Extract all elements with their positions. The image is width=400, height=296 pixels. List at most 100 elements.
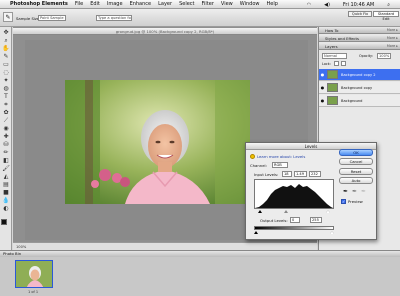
layer-visibility-eye-icon[interactable]: ● [320,85,325,90]
input-gamma-slider-handle[interactable] [284,210,288,213]
styles-more-button[interactable]: More ▸ [387,35,398,42]
menu-window[interactable]: Window [240,1,260,7]
pencil-tool-icon[interactable]: ✏ [2,149,10,156]
menu-file[interactable]: File [75,1,83,7]
channel-select[interactable]: RGB [272,162,288,168]
selection-brush-icon[interactable]: ◍ [2,85,10,92]
photo-bin-header[interactable]: Photo Bin [0,251,400,257]
how-to-label: How To [325,28,339,33]
preview-label: Preview [348,199,363,204]
input-white-slider-handle[interactable] [326,210,330,213]
layer-name: Background copy [341,85,373,90]
standard-edit-button[interactable]: Standard Edit [373,11,399,21]
lasso-tool-icon[interactable]: ◌ [2,69,10,76]
layers-palette-header[interactable]: Layers More ▸ [319,43,400,50]
output-gradient-bar [254,226,334,230]
reset-button[interactable]: Reset [339,168,373,175]
output-black-field[interactable]: 0 [290,217,300,223]
straighten-tool-icon[interactable]: ⟋ [2,117,10,124]
output-white-slider-handle[interactable] [330,231,334,234]
sample-size-select[interactable]: Point Sample [38,15,66,21]
sponge-tool-icon[interactable]: ◐ [2,205,10,212]
menu-select[interactable]: Select [179,1,194,7]
layer-thumbnail [327,96,338,105]
menu-enhance[interactable]: Enhance [130,1,152,7]
menu-clock[interactable]: Fri 10:46 AM [343,2,374,8]
help-search-input[interactable]: Type a question for help [96,15,132,21]
opacity-label: Opacity: [359,54,373,58]
layers-more-button[interactable]: More ▸ [387,43,398,50]
eyedropper-tool-icon[interactable]: ✎ [3,12,13,22]
zoom-tool-icon[interactable]: ⌕ [2,37,10,44]
zoom-level: 100% [16,245,27,249]
layer-visibility-eye-icon[interactable]: ● [320,72,325,77]
output-levels-label: Output Levels: [260,218,288,223]
spotlight-icon[interactable]: ⌕ [387,2,390,8]
volume-icon[interactable]: ◀) [324,2,330,8]
how-to-palette-header[interactable]: How To More ▸ [319,27,400,34]
white-eyedropper-icon[interactable]: ✒ [361,188,366,195]
output-white-field[interactable]: 255 [310,217,322,223]
menu-view[interactable]: View [221,1,233,7]
layer-visibility-eye-icon[interactable]: ● [320,98,325,103]
auto-button[interactable]: Auto [339,177,373,184]
input-black-slider-handle[interactable] [258,210,262,213]
hand-tool-icon[interactable]: ✋ [2,45,10,52]
crop-tool-icon[interactable]: ⌗ [2,101,10,108]
shape-tool-icon[interactable]: ■ [2,189,10,196]
foreground-color-swatch[interactable] [1,219,7,225]
learn-more-link[interactable]: Learn more about: Levels [257,154,305,159]
photo-bin-thumbnail[interactable] [15,260,53,288]
ok-button[interactable]: OK [339,149,373,156]
output-slider-track[interactable] [254,231,334,235]
lock-label: Lock: [322,62,331,66]
blur-tool-icon[interactable]: 💧 [2,197,10,204]
eraser-tool-icon[interactable]: ◧ [2,157,10,164]
red-eye-tool-icon[interactable]: ◉ [2,125,10,132]
how-to-more-button[interactable]: More ▸ [387,27,398,34]
input-black-field[interactable]: 18 [282,171,292,177]
input-gamma-field[interactable]: 1.49 [294,171,307,177]
magic-wand-icon[interactable]: ✦ [2,77,10,84]
layer-row-background[interactable]: ● Background [319,95,400,107]
wifi-icon[interactable]: ◠ [307,2,311,8]
layer-row-background-copy[interactable]: ● Background copy [319,82,400,94]
menu-image[interactable]: Image [107,1,123,7]
menu-help[interactable]: Help [267,1,278,7]
menu-bar: Photoshop Elements File Edit Image Enhan… [0,0,400,9]
blend-mode-select[interactable]: Normal [322,53,347,59]
type-tool-icon[interactable]: T [2,93,10,100]
styles-palette-header[interactable]: Styles and Effects More ▸ [319,35,400,42]
gradient-tool-icon[interactable]: ▤ [2,181,10,188]
paint-bucket-icon[interactable]: ◭ [2,173,10,180]
layers-label: Layers [325,44,338,49]
cookie-cutter-icon[interactable]: ✿ [2,109,10,116]
opacity-input[interactable]: 100% [377,53,391,59]
document-photo[interactable] [65,80,250,204]
menu-layer[interactable]: Layer [158,1,172,7]
marquee-tool-icon[interactable]: ▭ [2,61,10,68]
input-slider-track[interactable] [254,210,334,214]
gray-eyedropper-icon[interactable]: ✒ [352,188,357,195]
brush-tool-icon[interactable]: 🖌 [2,165,10,172]
quick-fix-button[interactable]: Quick Fix [348,11,372,17]
black-eyedropper-icon[interactable]: ✒ [343,188,348,195]
eyedropper-icon[interactable]: ✎ [2,53,10,60]
layer-name: Background copy 2 [341,72,376,77]
menu-edit[interactable]: Edit [90,1,100,7]
clone-stamp-icon[interactable]: ⛁ [2,141,10,148]
menu-filter[interactable]: Filter [202,1,214,7]
output-black-slider-handle[interactable] [254,231,258,234]
menu-app-name[interactable]: Photoshop Elements [10,1,68,7]
channel-label: Channel: [250,163,267,168]
layer-row-background-copy-2[interactable]: ● Background copy 2 [319,69,400,81]
sample-size-label: Sample Size: [16,16,41,21]
histogram-graph [255,184,333,208]
cancel-button[interactable]: Cancel [339,158,373,165]
healing-brush-icon[interactable]: ✚ [2,133,10,140]
lock-all-icon[interactable] [341,61,346,66]
input-white-field[interactable]: 232 [309,171,321,177]
lock-transparency-icon[interactable] [334,61,339,66]
preview-checkbox[interactable]: ✓ [341,199,346,204]
move-tool-icon[interactable]: ✥ [2,29,10,36]
